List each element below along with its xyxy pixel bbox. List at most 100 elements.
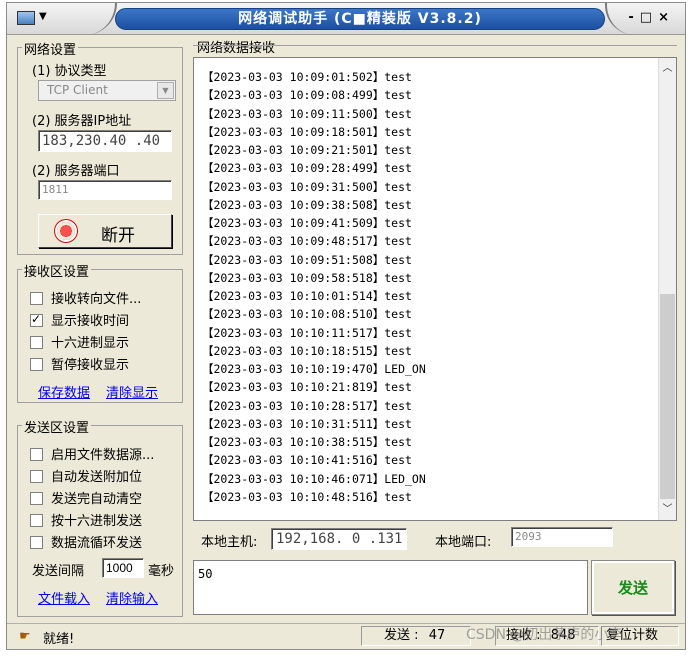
checkbox-box[interactable] xyxy=(30,492,43,505)
hex-send-checkbox[interactable]: 按十六进制发送 xyxy=(30,510,143,529)
receive-log-line: 【2023-03-03 10:10:19:470】LED_ON xyxy=(202,362,426,376)
disconnect-button[interactable]: 断开 xyxy=(38,214,172,248)
server-ip-field[interactable]: 183,230.40 .40 xyxy=(38,130,172,152)
recv-to-file-label: 接收转向文件... xyxy=(51,292,142,307)
local-ip-octet-4[interactable]: 131 xyxy=(377,531,402,547)
network-settings-group: 网络设置 (1) 协议类型 TCP Client ▼ (2) 服务器IP地址 1… xyxy=(17,39,183,255)
receive-text-area[interactable]: 【2023-03-03 10:09:01:502】test 【2023-03-03… xyxy=(193,57,677,521)
receive-log-line: 【2023-03-03 10:09:58:518】test xyxy=(202,270,412,285)
receive-log-line: 【2023-03-03 10:10:41:516】test xyxy=(202,453,412,468)
save-data-link[interactable]: 保存数据 xyxy=(38,382,90,401)
checkbox-box-checked[interactable] xyxy=(30,312,43,327)
receive-log-line: 【2023-03-03 10:10:18:515】test xyxy=(202,343,412,358)
checkbox-box[interactable] xyxy=(30,292,43,305)
hex-send-label: 按十六进制发送 xyxy=(51,514,143,529)
hex-display-checkbox[interactable]: 十六进制显示 xyxy=(30,332,130,351)
receive-log-line: 【2023-03-03 10:09:38:508】test xyxy=(202,197,412,212)
receive-log-line: 【2023-03-03 10:10:48:516】test xyxy=(202,489,412,504)
server-ip-label: (2) 服务器IP地址 xyxy=(32,114,132,129)
local-host-field[interactable]: 192,168. 0 .131 xyxy=(271,528,407,550)
send-button[interactable]: 发送 xyxy=(591,560,675,615)
receive-log-line: 【2023-03-03 10:09:08:499】test xyxy=(202,88,412,103)
server-ip-octet-1[interactable]: 183 xyxy=(42,133,67,149)
title-bar[interactable]: ▼ 网络调试助手 (C■精装版 V3.8.2) -□× xyxy=(7,3,685,35)
checkbox-box[interactable] xyxy=(30,536,43,549)
close-button[interactable]: × xyxy=(658,10,675,25)
receive-log-line: 【2023-03-03 10:10:38:515】test xyxy=(202,435,412,449)
minimize-button[interactable]: - xyxy=(628,10,639,25)
local-host-label: 本地主机: xyxy=(201,535,258,550)
hand-pointer-icon: ☛ xyxy=(19,629,31,644)
app-icon[interactable] xyxy=(17,11,35,25)
network-settings-title: 网络设置 xyxy=(22,39,79,58)
server-port-field[interactable]: 1811 xyxy=(38,180,172,200)
checkbox-box[interactable] xyxy=(30,514,43,527)
loop-send-checkbox[interactable]: 数据流循环发送 xyxy=(30,532,142,551)
receive-log-line: 【2023-03-03 10:09:21:501】test xyxy=(202,143,412,157)
send-interval-unit: 毫秒 xyxy=(148,564,175,579)
server-port-label: (2) 服务器端口 xyxy=(32,164,120,179)
receive-log-line: 【2023-03-03 10:09:18:501】test xyxy=(202,124,412,139)
show-recv-time-checkbox[interactable]: 显示接收时间 xyxy=(30,310,130,329)
send-input[interactable]: 50 xyxy=(193,560,588,615)
send-button-label: 发送 xyxy=(617,579,648,597)
file-source-checkbox[interactable]: 启用文件数据源... xyxy=(30,444,155,463)
send-settings-group: 发送区设置 启用文件数据源... 自动发送附加位 发送完自动清空 按十六进制发送… xyxy=(17,417,183,617)
receive-log-line: 【2023-03-03 10:09:51:508】test xyxy=(202,252,412,267)
auto-append-label: 自动发送附加位 xyxy=(51,470,143,485)
checkbox-box[interactable] xyxy=(30,448,43,461)
show-recv-time-label: 显示接收时间 xyxy=(51,314,130,329)
load-file-link[interactable]: 文件载入 xyxy=(38,588,90,607)
scroll-down-icon[interactable]: ﹀ xyxy=(659,501,676,518)
pause-display-checkbox[interactable]: 暂停接收显示 xyxy=(30,354,130,373)
receive-log-line: 【2023-03-03 10:10:11:517】test xyxy=(202,325,412,340)
receive-log-line: 【2023-03-03 10:09:01:502】test xyxy=(202,70,412,84)
scroll-thumb[interactable] xyxy=(660,294,675,499)
clear-input-link[interactable]: 清除输入 xyxy=(106,588,158,607)
receive-log-line: 【2023-03-03 10:09:28:499】test xyxy=(202,161,412,176)
recv-to-file-checkbox[interactable]: 接收转向文件... xyxy=(30,288,142,307)
receive-log-line: 【2023-03-03 10:09:31:500】test xyxy=(202,179,412,194)
auto-clear-label: 发送完自动清空 xyxy=(51,492,143,507)
checkbox-box[interactable] xyxy=(30,336,43,349)
maximize-button[interactable]: □ xyxy=(640,10,658,25)
receive-log: 【2023-03-03 10:09:01:502】test 【2023-03-03… xyxy=(202,68,426,506)
server-ip-octet-2[interactable]: 230 xyxy=(76,133,101,149)
auto-clear-checkbox[interactable]: 发送完自动清空 xyxy=(30,488,143,507)
checkbox-box[interactable] xyxy=(30,470,43,483)
app-window: ▼ 网络调试助手 (C■精装版 V3.8.2) -□× 网络设置 (1) 协议类… xyxy=(6,2,686,650)
send-interval-input[interactable]: 1000 xyxy=(102,558,144,578)
receive-log-line: 【2023-03-03 10:09:41:509】test xyxy=(202,216,412,230)
local-port-field[interactable]: 2093 xyxy=(511,527,613,547)
local-ip-octet-3[interactable]: 0 xyxy=(352,531,360,547)
local-ip-octet-1[interactable]: 192 xyxy=(276,531,301,547)
auto-append-checkbox[interactable]: 自动发送附加位 xyxy=(30,466,143,485)
send-interval-label: 发送间隔 xyxy=(32,564,85,579)
system-menu-arrow-icon[interactable]: ▼ xyxy=(39,11,47,22)
receive-scrollbar[interactable]: ︿ ﹀ xyxy=(658,58,676,520)
status-led-icon xyxy=(57,222,75,240)
file-source-label: 启用文件数据源... xyxy=(51,448,155,463)
title-decoration-left xyxy=(67,3,117,35)
local-ip-octet-2[interactable]: 168 xyxy=(310,531,335,547)
hex-display-label: 十六进制显示 xyxy=(51,336,130,351)
receive-log-line: 【2023-03-03 10:09:48:517】test xyxy=(202,234,412,249)
chevron-down-icon[interactable]: ▼ xyxy=(157,82,174,99)
server-ip-octet-3[interactable]: 40 xyxy=(109,133,126,149)
receive-log-line: 【2023-03-03 10:09:11:500】test xyxy=(202,106,412,121)
checkbox-box[interactable] xyxy=(30,358,43,371)
receive-log-line: 【2023-03-03 10:10:21:819】test xyxy=(202,380,412,395)
scroll-up-icon[interactable]: ︿ xyxy=(659,60,676,77)
protocol-select[interactable]: TCP Client ▼ xyxy=(38,80,176,101)
window-controls: -□× xyxy=(628,10,675,25)
protocol-select-value: TCP Client xyxy=(47,83,108,97)
send-count-cell: 发送 : 47 xyxy=(361,626,471,646)
server-ip-octet-4[interactable]: 40 xyxy=(143,133,160,149)
clear-display-link[interactable]: 清除显示 xyxy=(106,382,158,401)
receive-log-line: 【2023-03-03 10:10:31:511】test xyxy=(202,416,412,431)
receive-log-line: 【2023-03-03 10:10:01:514】test xyxy=(202,289,412,303)
pause-display-label: 暂停接收显示 xyxy=(51,358,130,373)
send-count-label: 发送 xyxy=(384,628,411,643)
disconnect-button-label: 断开 xyxy=(101,226,135,246)
receive-area-divider xyxy=(193,45,677,46)
